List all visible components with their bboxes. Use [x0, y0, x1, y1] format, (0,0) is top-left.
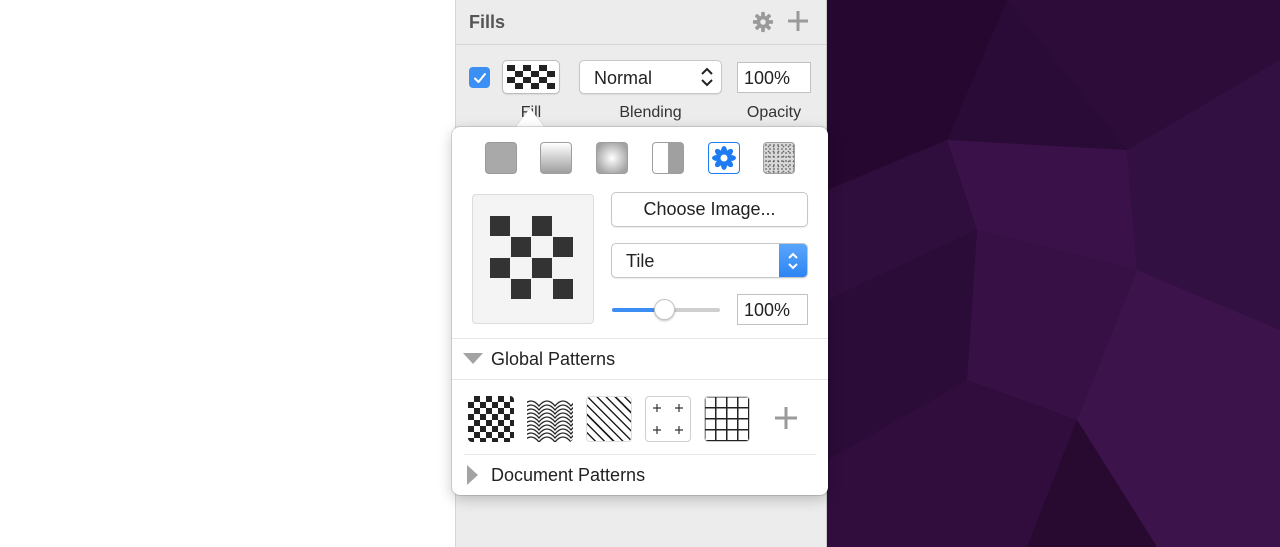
canvas-left[interactable]	[0, 0, 455, 547]
fills-header: Fills	[456, 0, 826, 45]
waves-pattern[interactable]	[527, 396, 573, 442]
gear-icon[interactable]	[752, 11, 774, 33]
divider	[452, 379, 828, 380]
blending-label: Blending	[619, 104, 682, 121]
radial-gradient-fill-icon[interactable]	[596, 142, 628, 174]
disclosure-triangle-down-icon[interactable]	[463, 353, 483, 365]
noise-fill-icon[interactable]	[763, 142, 795, 174]
popover-arrow	[515, 108, 545, 128]
add-pattern-plus-icon[interactable]	[774, 406, 798, 430]
tile-mode-value: Tile	[626, 251, 655, 271]
checkmark-icon	[473, 72, 486, 83]
opacity-input[interactable]: 100%	[737, 62, 811, 93]
solid-color-fill-icon[interactable]	[485, 142, 517, 174]
blending-value: Normal	[594, 68, 653, 88]
dark-polygon-background	[827, 0, 1280, 547]
flower-icon	[712, 146, 736, 170]
diagonal-stripes-pattern[interactable]	[586, 396, 632, 442]
fill-swatch-button[interactable]	[502, 60, 560, 94]
scale-slider-knob[interactable]	[654, 299, 676, 320]
opacity-label: Opacity	[746, 104, 802, 121]
global-patterns-label: Global Patterns	[491, 348, 616, 369]
choose-image-button[interactable]: Choose Image...	[611, 192, 808, 227]
divider	[464, 454, 816, 455]
linear-gradient-fill-icon[interactable]	[540, 142, 572, 174]
fills-title: Fills	[469, 12, 506, 32]
pattern-preview	[472, 194, 594, 324]
pattern-fill-icon[interactable]	[708, 142, 740, 174]
chevron-updown-icon	[701, 67, 713, 87]
checker-pattern[interactable]	[468, 396, 514, 442]
checker-swatch-icon	[507, 65, 555, 89]
disclosure-triangle-right-icon[interactable]	[467, 465, 479, 485]
fill-row: Normal 100% Fill Blending Opacity	[456, 46, 826, 126]
add-fill-plus-icon[interactable]	[786, 9, 810, 33]
grid-pattern[interactable]	[704, 396, 750, 442]
tile-mode-stepper[interactable]	[779, 244, 807, 277]
tile-mode-select[interactable]: Tile	[611, 243, 808, 278]
blending-select[interactable]: Normal	[579, 60, 722, 94]
chevron-updown-icon	[788, 252, 798, 269]
plus-pattern-icon	[653, 404, 683, 434]
scale-input[interactable]: 100%	[737, 294, 808, 325]
divider	[452, 338, 828, 339]
checker-preview-icon	[490, 216, 573, 299]
document-patterns-header[interactable]: Document Patterns	[467, 462, 645, 488]
fill-enabled-checkbox[interactable]	[469, 67, 490, 88]
waves-pattern-icon	[527, 396, 573, 442]
angular-gradient-fill-icon[interactable]	[652, 142, 684, 174]
fill-options-popover: Choose Image... Tile 100% Global Pattern…	[452, 127, 828, 495]
plus-pattern[interactable]	[645, 396, 691, 442]
canvas-artboard-dark[interactable]	[827, 0, 1280, 547]
global-patterns-header[interactable]: Global Patterns	[463, 346, 615, 372]
document-patterns-label: Document Patterns	[491, 464, 646, 485]
